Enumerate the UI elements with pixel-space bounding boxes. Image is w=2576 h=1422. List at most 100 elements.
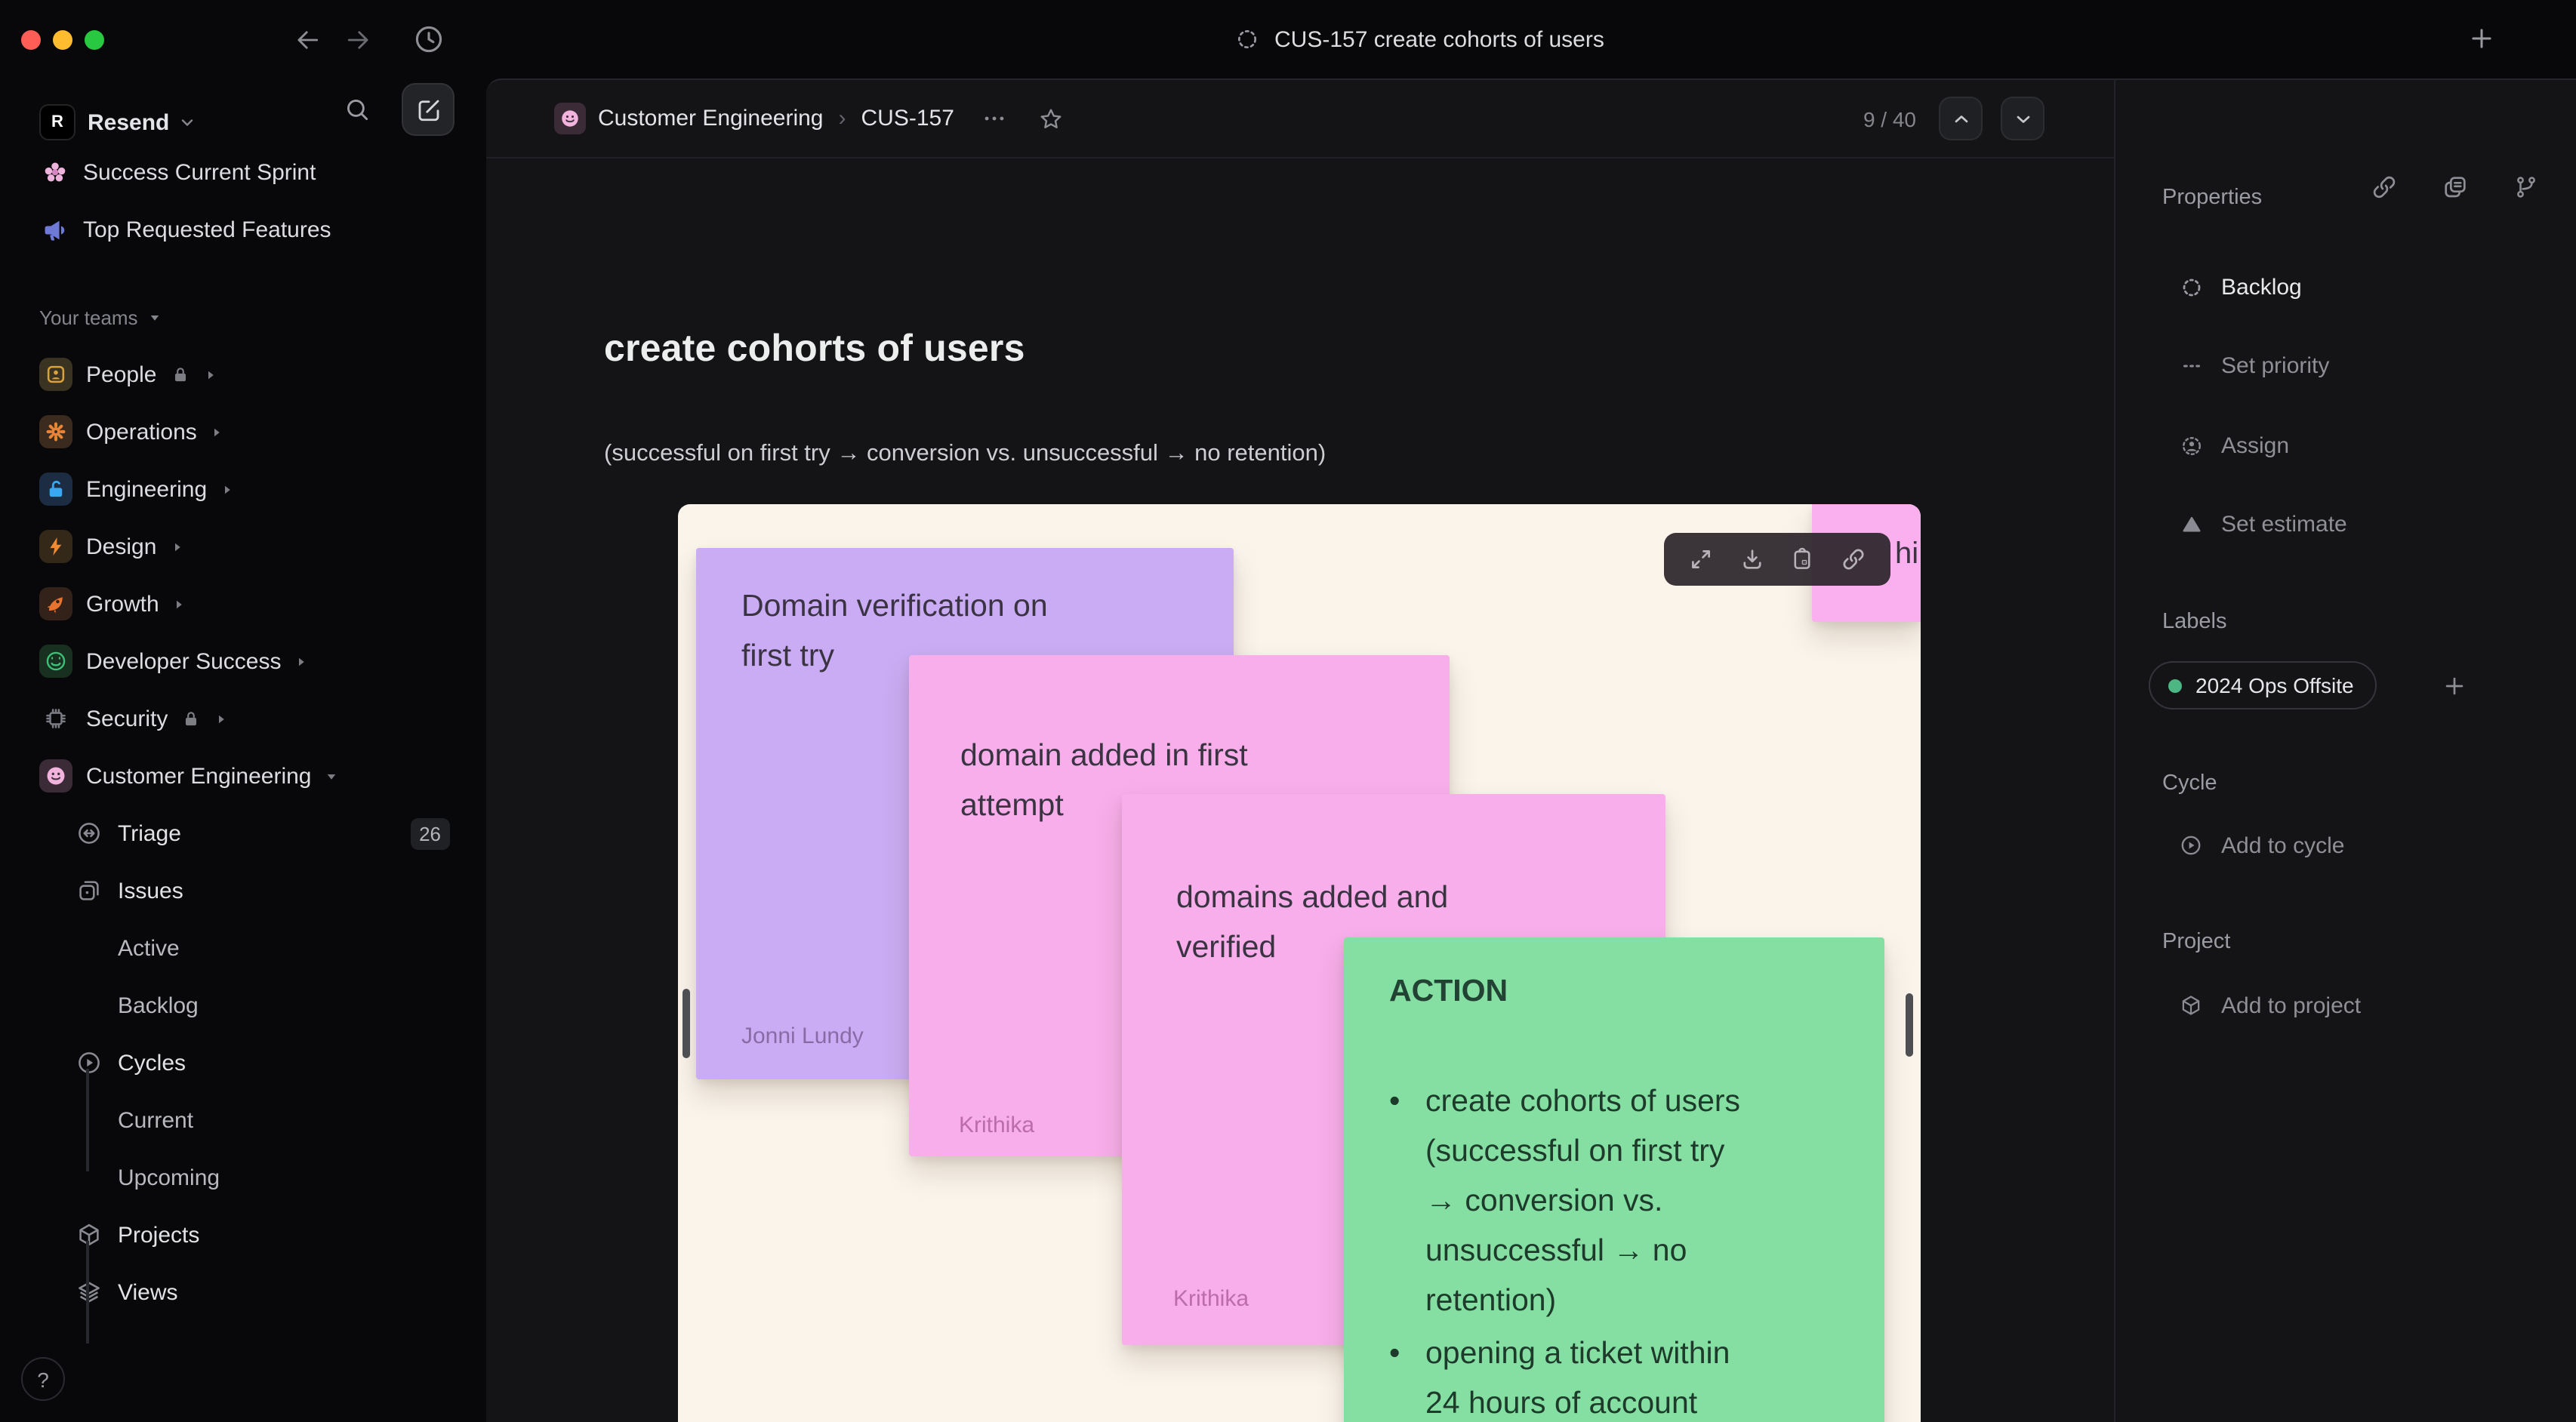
sidebar-item-upcoming[interactable]: Upcoming	[0, 1149, 486, 1206]
estimate-label: Set estimate	[2221, 511, 2347, 537]
help-label: ?	[37, 1367, 49, 1391]
sidebar-item-active[interactable]: Active	[0, 919, 486, 977]
copy-link-icon[interactable]	[1840, 546, 1866, 572]
sticky-note-author: Krithika	[959, 1113, 1035, 1138]
chevron-right-icon[interactable]	[173, 597, 186, 611]
workspace-chevron-down-icon[interactable]	[178, 113, 196, 131]
no-priority-icon	[2176, 354, 2206, 377]
new-tab-plus-icon[interactable]	[2467, 24, 2496, 53]
favorite-star-icon[interactable]	[1037, 105, 1065, 132]
add-to-project-button[interactable]: Add to project	[2176, 983, 2361, 1028]
sidebar-item-label: Issues	[118, 878, 183, 903]
estimate-selector[interactable]: Set estimate	[2176, 501, 2347, 546]
sidebar-item-label: Upcoming	[118, 1165, 220, 1190]
issue-header: Customer Engineering › CUS-157 9 / 40	[486, 80, 2114, 159]
copy-to-clipboard-icon[interactable]	[1789, 546, 1815, 572]
sidebar-item-cycles[interactable]: Cycles	[0, 1034, 486, 1091]
assignee-selector[interactable]: Assign	[2176, 423, 2289, 468]
workspace-name[interactable]: Resend	[88, 109, 169, 135]
priority-label: Set priority	[2221, 352, 2330, 378]
sidebar-team-customer-engineering[interactable]: Customer Engineering	[0, 747, 486, 805]
next-issue-button[interactable]	[2001, 97, 2044, 140]
sidebar: R Resend Success Current Sprint Top Requ…	[0, 78, 486, 1422]
chevron-right-icon[interactable]	[170, 540, 183, 553]
breadcrumb-team[interactable]: Customer Engineering	[598, 106, 824, 131]
new-issue-compose-button[interactable]	[402, 83, 454, 136]
chevron-right-icon[interactable]	[203, 368, 217, 381]
git-branch-icon[interactable]	[2513, 174, 2540, 201]
backlog-status-icon	[1235, 27, 1259, 51]
sidebar-item-issues[interactable]: Issues	[0, 862, 486, 919]
issue-description[interactable]: (successful on first try → conversion vs…	[604, 441, 1326, 468]
issue-title[interactable]: create cohorts of users	[604, 328, 1025, 371]
add-label-plus-icon[interactable]	[2442, 673, 2467, 699]
more-options-icon[interactable]	[981, 106, 1007, 131]
team-label: Customer Engineering	[86, 763, 312, 789]
label-pill[interactable]: 2024 Ops Offsite	[2149, 661, 2377, 709]
chevron-right-icon[interactable]	[294, 654, 308, 668]
download-icon[interactable]	[1739, 546, 1765, 572]
sidebar-nav: Success Current Sprint Top Requested Fea…	[0, 143, 486, 1321]
zoom-button[interactable]	[85, 30, 104, 50]
add-to-cycle-button[interactable]: Add to cycle	[2176, 823, 2344, 868]
priority-selector[interactable]: Set priority	[2176, 343, 2329, 388]
sidebar-item-label: Cycles	[118, 1050, 186, 1076]
sidebar-team-growth[interactable]: Growth	[0, 575, 486, 633]
lock-icon	[170, 365, 190, 384]
sidebar-item-current[interactable]: Current	[0, 1091, 486, 1149]
smiley-face-icon	[554, 103, 586, 134]
chevron-right-icon[interactable]	[214, 712, 228, 725]
minimize-button[interactable]	[53, 30, 72, 50]
sidebar-team-engineering[interactable]: Engineering	[0, 460, 486, 518]
workspace-logo[interactable]: R	[39, 104, 75, 140]
sidebar-item-backlog[interactable]: Backlog	[0, 977, 486, 1034]
sticky-note-heading: ACTION	[1389, 974, 1508, 1008]
sidebar-item-label: Views	[118, 1279, 178, 1305]
gear-icon	[39, 415, 72, 448]
sidebar-team-operations[interactable]: Operations	[0, 403, 486, 460]
sidebar-team-design[interactable]: Design	[0, 518, 486, 575]
back-arrow-icon[interactable]	[293, 26, 322, 54]
chevron-right-icon[interactable]	[220, 482, 234, 496]
forward-arrow-icon[interactable]	[344, 26, 373, 54]
chevron-right-icon[interactable]	[211, 425, 224, 439]
properties-panel: Properties Backlog Set priority Assign S…	[2114, 78, 2576, 1422]
sidebar-item-label: Backlog	[118, 993, 199, 1018]
people-team-icon	[39, 358, 72, 391]
copy-link-icon[interactable]	[2371, 174, 2398, 201]
sidebar-team-security[interactable]: Security	[0, 690, 486, 747]
assign-person-icon	[2176, 434, 2206, 457]
sidebar-item-views[interactable]: Views	[0, 1263, 486, 1321]
status-selector[interactable]: Backlog	[2176, 264, 2302, 309]
help-button[interactable]: ?	[21, 1357, 65, 1401]
expand-icon[interactable]	[1689, 546, 1715, 572]
team-label: Operations	[86, 419, 197, 445]
estimate-triangle-icon	[2176, 512, 2206, 535]
breadcrumb-issue-id[interactable]: CUS-157	[861, 106, 954, 131]
image-resize-handle-right[interactable]	[1906, 993, 1913, 1057]
close-button[interactable]	[21, 30, 41, 50]
sidebar-item-success-current-sprint[interactable]: Success Current Sprint	[0, 143, 486, 201]
lock-icon	[181, 709, 201, 728]
sidebar-team-people[interactable]: People	[0, 346, 486, 403]
window-titlebar: CUS-157 create cohorts of users	[0, 0, 2576, 78]
sidebar-team-developer-success[interactable]: Developer Success	[0, 633, 486, 690]
team-label: Developer Success	[86, 648, 282, 674]
projects-cube-icon	[75, 1221, 103, 1248]
linear-app: CUS-157 create cohorts of users R Resend	[0, 0, 2576, 1422]
previous-issue-button[interactable]	[1939, 97, 1983, 140]
duplicate-icon[interactable]	[2442, 174, 2469, 201]
smiley-face-icon	[39, 759, 72, 793]
sidebar-item-label: Projects	[118, 1222, 200, 1248]
chevron-down-icon[interactable]	[325, 769, 339, 783]
chip-icon	[39, 702, 72, 735]
history-clock-icon[interactable]	[412, 23, 445, 56]
your-teams-header[interactable]: Your teams	[0, 288, 486, 346]
window-title: CUS-157 create cohorts of users	[1235, 0, 1604, 78]
search-icon[interactable]	[343, 95, 371, 124]
attached-image[interactable]: Domain verification on first try Jonni L…	[678, 504, 1921, 1422]
sidebar-item-top-requested-features[interactable]: Top Requested Features	[0, 201, 486, 258]
sidebar-item-triage[interactable]: Triage 26	[0, 805, 486, 862]
sidebar-item-projects[interactable]: Projects	[0, 1206, 486, 1263]
image-resize-handle-left[interactable]	[683, 989, 690, 1058]
